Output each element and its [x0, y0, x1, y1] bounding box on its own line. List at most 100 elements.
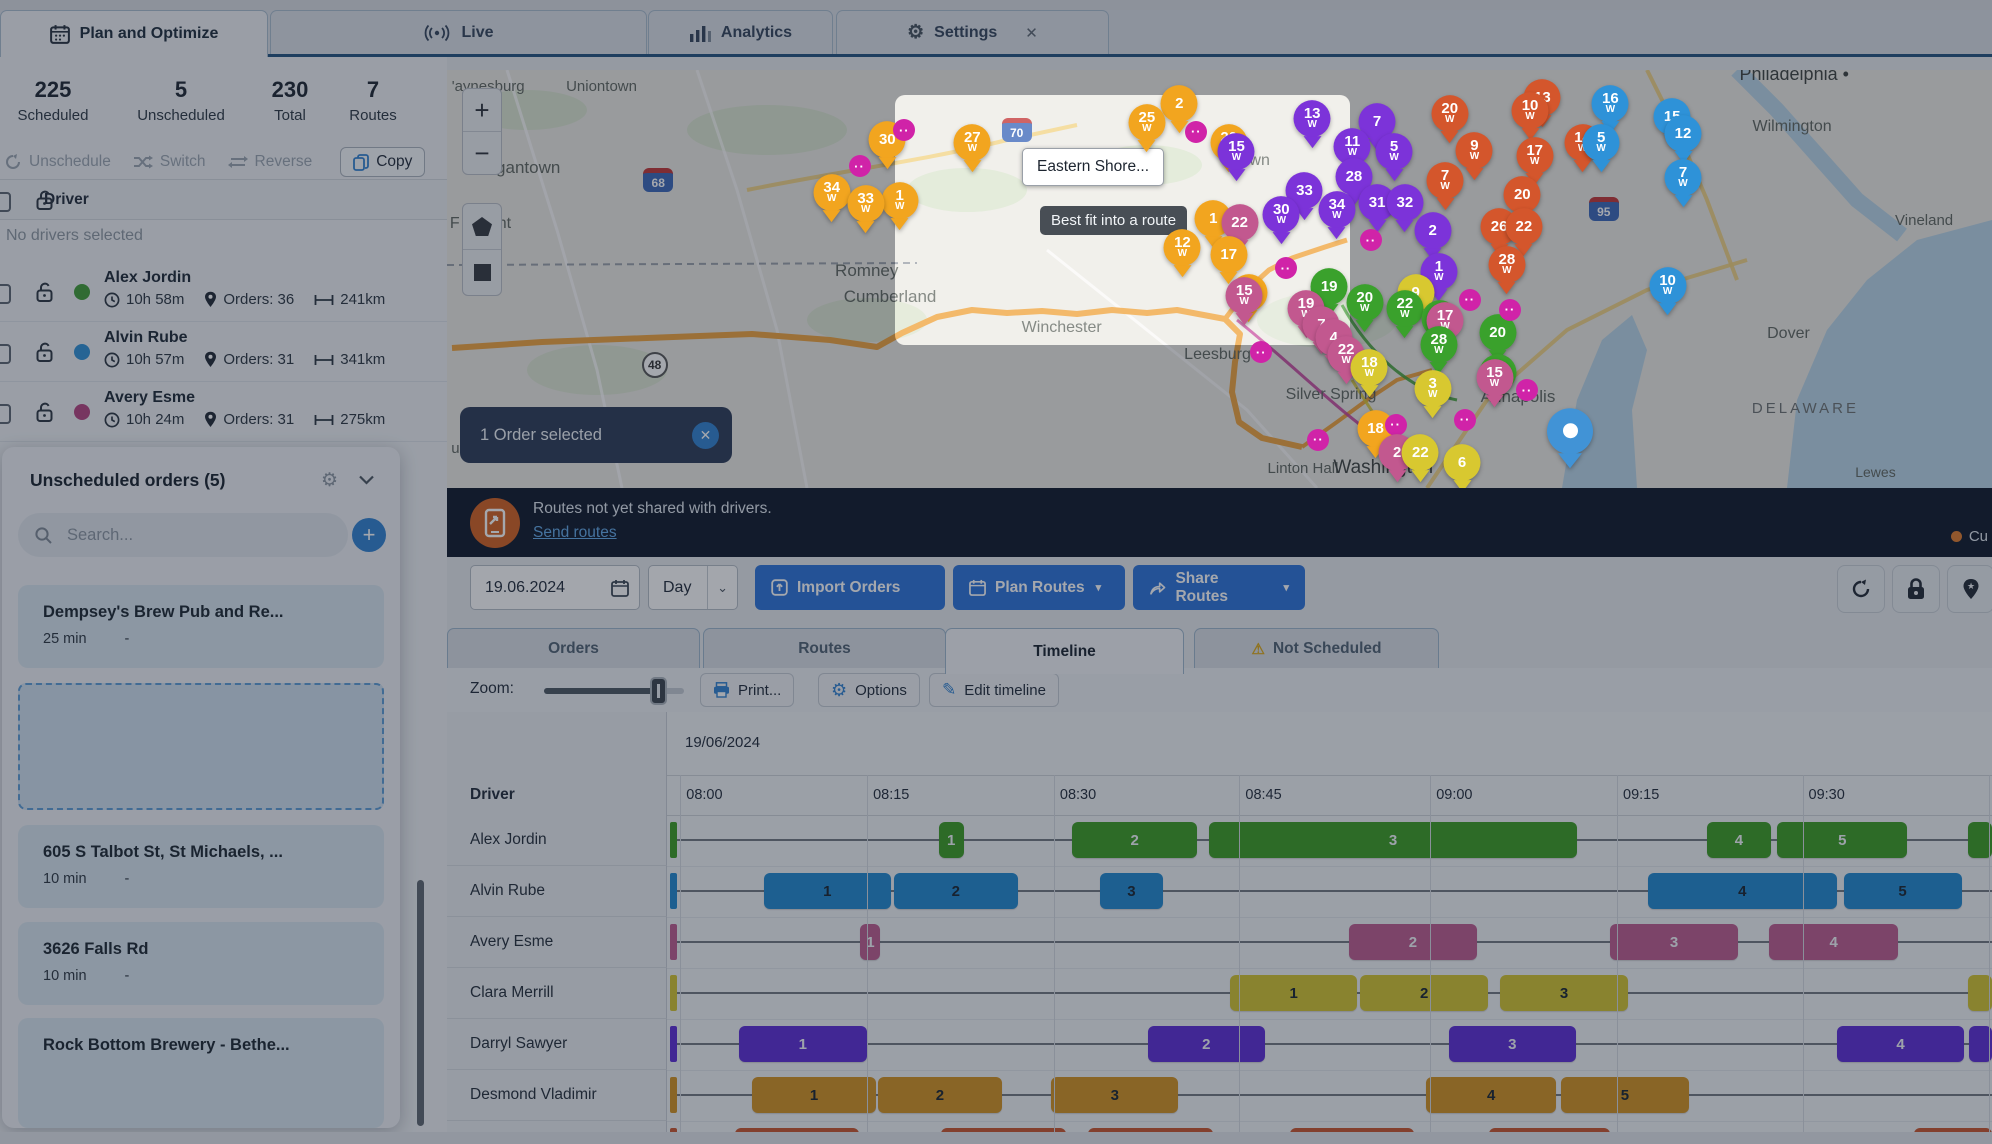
- driver-row[interactable]: Alex Jordin10h 58mOrders: 36241km: [0, 262, 447, 322]
- driver-row[interactable]: Alvin Rube10h 57mOrders: 31341km: [0, 322, 447, 382]
- edit-timeline-button[interactable]: ✎ Edit timeline: [929, 673, 1059, 707]
- route-segment[interactable]: 1: [764, 873, 891, 909]
- selected-order-pin[interactable]: [1547, 408, 1593, 468]
- order-pin[interactable]: 12W: [1164, 229, 1201, 277]
- order-card[interactable]: 3626 Falls Rd10 min-: [18, 922, 384, 1005]
- order-cluster-dot[interactable]: ··: [893, 119, 915, 141]
- options-button[interactable]: ⚙ Options: [818, 673, 920, 707]
- print-button[interactable]: Print...: [700, 673, 794, 707]
- rectangle-select-button[interactable]: [463, 250, 501, 295]
- timeline-row-label[interactable]: Clara Merrill: [447, 968, 667, 1019]
- route-segment[interactable]: 4: [1707, 822, 1771, 858]
- order-cluster-dot[interactable]: ··: [1307, 429, 1329, 451]
- toast-close-button[interactable]: ✕: [692, 422, 719, 449]
- route-segment[interactable]: 4: [1837, 1026, 1964, 1062]
- route-segment[interactable]: 1: [860, 924, 880, 960]
- route-segment[interactable]: 2: [1360, 975, 1489, 1011]
- tab-analytics[interactable]: Analytics: [648, 10, 833, 54]
- unschedule-button[interactable]: Unschedule: [4, 153, 111, 171]
- route-segment[interactable]: 2: [1072, 822, 1197, 858]
- route-segment[interactable]: 1: [1230, 975, 1357, 1011]
- lock-icon[interactable]: [34, 189, 56, 211]
- order-cluster-dot[interactable]: ··: [849, 155, 871, 177]
- order-pin[interactable]: 27W: [954, 124, 991, 172]
- order-pin[interactable]: 28W: [1488, 246, 1525, 294]
- route-segment-partial[interactable]: [670, 1026, 677, 1062]
- order-pin[interactable]: 6: [1444, 444, 1481, 488]
- import-orders-button[interactable]: Import Orders: [755, 565, 945, 610]
- order-cluster-dot[interactable]: ··: [1516, 379, 1538, 401]
- order-pin[interactable]: 12: [1665, 115, 1702, 163]
- drag-drop-placeholder[interactable]: [18, 683, 384, 810]
- order-pin[interactable]: 22W: [1386, 290, 1423, 338]
- order-pin[interactable]: 10W: [1512, 92, 1549, 140]
- send-routes-link[interactable]: Send routes: [533, 524, 617, 542]
- order-pin[interactable]: 15W: [1226, 277, 1263, 325]
- refresh-button[interactable]: [1837, 565, 1885, 613]
- tab-plan-and-optimize[interactable]: Plan and Optimize: [0, 10, 268, 57]
- order-cluster-dot[interactable]: ··: [1185, 121, 1207, 143]
- map-canvas[interactable]: 'aynesburgUniontownorgantownFntRomneyWin…: [447, 70, 1992, 488]
- route-segment[interactable]: 3: [1449, 1026, 1576, 1062]
- scrollbar-thumb[interactable]: [417, 880, 424, 1126]
- route-segment[interactable]: 3: [1610, 924, 1737, 960]
- polygon-select-button[interactable]: [463, 204, 501, 250]
- order-cluster-dot[interactable]: ··: [1459, 289, 1481, 311]
- lock-icon[interactable]: [34, 401, 56, 423]
- order-card[interactable]: Rock Bottom Brewery - Bethe...: [18, 1018, 384, 1128]
- chevron-down-icon[interactable]: [359, 475, 374, 485]
- route-segment[interactable]: 3: [1209, 822, 1577, 858]
- route-segment[interactable]: 2: [1148, 1026, 1265, 1062]
- route-segment[interactable]: 2: [894, 873, 1019, 909]
- date-input[interactable]: 19.06.2024: [470, 565, 640, 610]
- order-pin[interactable]: 22: [1402, 434, 1439, 482]
- order-pin[interactable]: 7W: [1427, 162, 1464, 210]
- timeline-row-label[interactable]: [447, 1121, 667, 1132]
- order-pin[interactable]: 1W: [881, 182, 918, 230]
- order-cluster-dot[interactable]: ··: [1385, 414, 1407, 436]
- reverse-button[interactable]: Reverse: [228, 153, 313, 171]
- copy-button[interactable]: Copy: [340, 147, 425, 177]
- order-pin[interactable]: 34W: [813, 174, 850, 222]
- route-segment[interactable]: 3: [1100, 873, 1162, 909]
- route-segment-partial[interactable]: [670, 873, 677, 909]
- tab-settings[interactable]: ⚙Settings✕: [836, 10, 1109, 54]
- order-pin[interactable]: 25W: [1128, 104, 1165, 152]
- route-segment[interactable]: 5: [1777, 822, 1907, 858]
- zoom-out-button[interactable]: −: [463, 132, 501, 174]
- timeline-row-label[interactable]: Darryl Sawyer: [447, 1019, 667, 1070]
- timeline-row-label[interactable]: Desmond Vladimir: [447, 1070, 667, 1121]
- add-order-button[interactable]: +: [352, 518, 386, 552]
- route-segment-partial[interactable]: [670, 822, 677, 858]
- route-segment-partial[interactable]: [670, 975, 677, 1011]
- route-segment-partial[interactable]: [670, 1077, 677, 1113]
- order-pin[interactable]: 33W: [847, 185, 884, 233]
- order-cluster-dot[interactable]: ··: [1275, 257, 1297, 279]
- order-pin[interactable]: 7W: [1665, 159, 1702, 207]
- close-icon[interactable]: ✕: [1025, 24, 1038, 42]
- route-segment[interactable]: 1: [739, 1026, 868, 1062]
- timeline-row-label[interactable]: Alex Jordin: [447, 815, 667, 866]
- route-segment[interactable]: 1: [939, 822, 964, 858]
- saved-places-button[interactable]: ★: [1947, 565, 1992, 613]
- calendar-icon[interactable]: [611, 579, 629, 597]
- order-pin[interactable]: 3W: [1414, 370, 1451, 418]
- select-all-checkbox[interactable]: [0, 192, 11, 212]
- route-segment[interactable]: 2: [878, 1077, 1003, 1113]
- order-pin[interactable]: 34W: [1318, 191, 1355, 239]
- content-tab-orders[interactable]: Orders: [447, 628, 700, 668]
- route-segment[interactable]: 4: [1426, 1077, 1556, 1113]
- content-tab-not-scheduled[interactable]: ⚠Not Scheduled: [1194, 628, 1439, 668]
- period-select[interactable]: Day ⌄: [648, 565, 738, 610]
- order-pin[interactable]: 15W: [1218, 133, 1255, 181]
- order-pin[interactable]: 28W: [1420, 326, 1457, 374]
- row-checkbox[interactable]: [0, 344, 11, 364]
- lock-icon[interactable]: [34, 281, 56, 303]
- order-pin[interactable]: 13W: [1294, 100, 1331, 148]
- plan-routes-button[interactable]: Plan Routes▾: [953, 565, 1125, 610]
- order-pin[interactable]: 10W: [1649, 267, 1686, 315]
- order-cluster-dot[interactable]: ··: [1454, 409, 1476, 431]
- order-cluster-dot[interactable]: ··: [1250, 341, 1272, 363]
- search-input[interactable]: Search...: [18, 513, 348, 557]
- driver-row[interactable]: Avery Esme10h 24mOrders: 31275km: [0, 382, 447, 442]
